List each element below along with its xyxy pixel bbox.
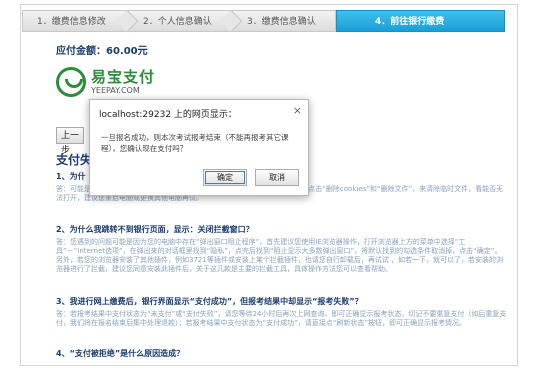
faq-answer-3: 答：若报考结果中支付状态为“未支付”或“支付失败”，请您等待24小时后再次上网查… [56,310,507,327]
confirm-dialog: localhost:29232 上的网页显示： × 一旦报名成功，则本次考试报考… [89,99,309,196]
close-icon[interactable]: × [293,104,302,117]
faq-answer-2: 答：您遇到的问题可能是因为您的电脑中存在“弹出窗口阻止程序”，首先建议您使用IE… [56,238,504,273]
step-1: 1．缴费信息修改 [22,9,139,33]
ok-button[interactable]: 确定 [203,169,247,186]
step-3-label: 3．缴费信息确认 [247,17,316,27]
dialog-message: 一旦报名成功，则本次考试报考结束（不能再报考其它课程），您确认现在支付吗？ [101,133,289,153]
dialog-title: localhost:29232 上的网页显示： [99,110,237,120]
yeepay-logo-text: 易宝支付 YEEPAY.COM [91,68,156,96]
faq-question-2: 2、为什么我跳转不到银行页面，显示：关闭拦截窗口？ [56,225,254,234]
yeepay-logo[interactable]: 易宝支付 YEEPAY.COM [56,67,155,97]
yeepay-logo-cn: 易宝支付 [91,68,156,86]
faq-question-3: 3、我进行网上缴费后，银行界面显示“支付成功”，但报考结果中却显示“报考失败”？ [56,297,363,306]
yeepay-logo-icon [56,67,86,97]
faq-title: 支付失 [56,153,93,167]
progress-steps: 1．缴费信息修改 2．个人信息确认 3．缴费信息确认 4．前往银行缴费 [22,9,505,33]
step-1-label: 1．缴费信息修改 [37,17,106,27]
faq-item-3: 3、我进行网上缴费后，银行界面显示“支付成功”，但报考结果中却显示“报考失败”？… [56,297,508,328]
step-4-active: 4．前往银行缴费 [336,10,505,32]
cancel-button[interactable]: 取消 [255,169,299,186]
step-2: 2．个人信息确认 [128,9,243,33]
step-4-label: 4．前往银行缴费 [375,17,445,27]
faq-item-4: 4、“支付被拒绝”是什么原因造成？ [56,349,508,362]
payable-amount: 应付金额：60.00元 [56,46,148,57]
step-3: 3．缴费信息确认 [232,10,336,32]
faq-question-4: 4、“支付被拒绝”是什么原因造成？ [56,349,185,358]
yeepay-logo-en: YEEPAY.COM [91,86,140,95]
previous-step-button[interactable]: 上一步 [56,127,84,155]
faq-item-2: 2、为什么我跳转不到银行页面，显示：关闭拦截窗口？ 答：您遇到的问题可能是因为您… [56,225,508,274]
step-2-label: 2．个人信息确认 [143,17,212,27]
